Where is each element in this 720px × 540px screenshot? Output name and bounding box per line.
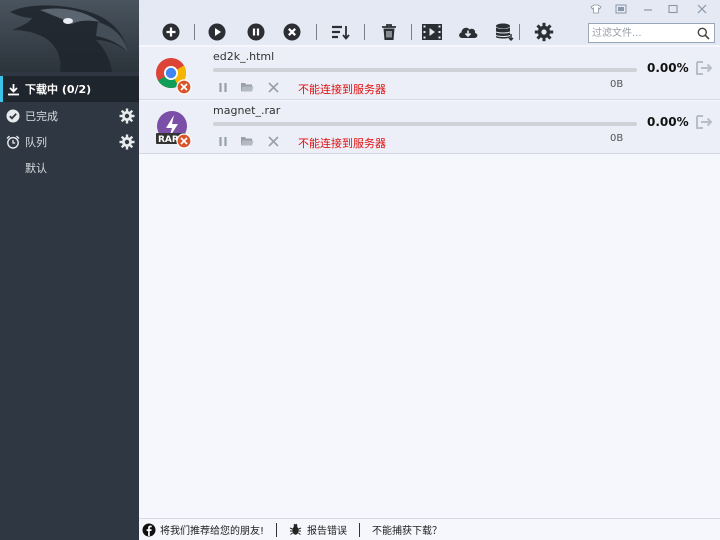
cannot-capture-link[interactable]: 不能捕获下载？ [372, 522, 442, 537]
check-circle-icon [6, 109, 20, 123]
pause-icon[interactable] [216, 80, 230, 94]
cannot-capture-text: 不能捕获下载？ [372, 526, 443, 537]
sidebar-item-completed[interactable]: 已完成 [0, 103, 139, 129]
maximize-icon[interactable] [665, 2, 681, 16]
filter-input[interactable] [592, 25, 696, 41]
pause-icon[interactable] [244, 20, 268, 44]
alarm-clock-icon [6, 135, 20, 149]
sidebar-item-label: 默认 [25, 162, 47, 175]
status-divider [276, 522, 278, 537]
sidebar-item-downloading[interactable]: 下载中 (0/2) [0, 76, 139, 102]
facebook-icon [142, 523, 156, 537]
add-icon[interactable] [159, 20, 183, 44]
status-bar: 将我们推荐给您的朋友! 报告错误 不能捕获下载？ [139, 518, 720, 540]
cancel-icon[interactable] [280, 20, 304, 44]
gear-icon[interactable] [532, 20, 556, 44]
open-folder-exit-icon[interactable] [696, 115, 714, 129]
sidebar-item-label: 队列 [25, 136, 47, 149]
filter-search-box [588, 23, 715, 43]
trash-icon[interactable] [377, 20, 401, 44]
toolbar-divider [316, 24, 317, 40]
delete-icon[interactable] [266, 80, 280, 94]
pause-icon[interactable] [216, 134, 230, 148]
folder-icon[interactable] [240, 80, 254, 94]
delete-icon[interactable] [266, 134, 280, 148]
progress-percent: 0.00% [647, 115, 689, 129]
toolbar-divider [411, 24, 412, 40]
error-status: 不能连接到服务器 [298, 137, 386, 150]
database-icon[interactable] [493, 20, 517, 44]
rar-file-icon: RAR [153, 109, 193, 149]
minimize-icon[interactable] [640, 2, 656, 16]
download-icon [6, 82, 20, 96]
eagle-logo [0, 0, 139, 72]
file-name: magnet_.rar [213, 104, 281, 117]
file-name: ed2k_.html [213, 50, 275, 63]
sidebar-item-queue[interactable]: 队列 [0, 129, 139, 155]
toolbar-divider [519, 24, 520, 40]
recommend-text: 将我们推荐给您的朋友! [160, 526, 265, 537]
search-icon[interactable] [697, 27, 710, 40]
download-row[interactable]: RAR magnet_.rar 0.00% 不能连接到服务器 0B [139, 101, 720, 154]
bug-icon [289, 523, 302, 536]
error-status: 不能连接到服务器 [298, 83, 386, 96]
close-icon[interactable] [694, 2, 710, 16]
toolbar [139, 0, 720, 45]
folder-icon[interactable] [240, 134, 254, 148]
sidebar-item-default-queue[interactable]: 默认 [0, 155, 139, 181]
sidebar-item-label: 下载中 (0/2) [25, 83, 92, 96]
recommend-link[interactable]: 将我们推荐给您的朋友! [142, 522, 264, 537]
completed-settings-gear-icon[interactable] [119, 108, 135, 124]
svg-text:RAR: RAR [158, 135, 179, 145]
video-icon[interactable] [420, 20, 444, 44]
skin-icon[interactable] [588, 2, 604, 16]
main-panel: ed2k_.html 0.00% 不能连接到服务器 0B RAR [139, 0, 720, 540]
sort-icon[interactable] [328, 20, 352, 44]
progress-bar [213, 68, 637, 72]
status-divider [359, 522, 361, 537]
open-folder-exit-icon[interactable] [696, 61, 714, 75]
file-size: 0B [610, 79, 624, 90]
chrome-file-icon [153, 55, 193, 95]
cloud-download-icon[interactable] [456, 20, 480, 44]
report-text: 报告错误 [307, 526, 348, 537]
queue-settings-gear-icon[interactable] [119, 134, 135, 150]
play-icon[interactable] [205, 20, 229, 44]
mini-mode-icon[interactable] [613, 2, 629, 16]
sidebar-item-label: 已完成 [25, 110, 58, 123]
download-row[interactable]: ed2k_.html 0.00% 不能连接到服务器 0B [139, 47, 720, 100]
progress-percent: 0.00% [647, 61, 689, 75]
file-size: 0B [610, 133, 624, 144]
toolbar-divider [194, 24, 195, 40]
report-bug-link[interactable]: 报告错误 [289, 522, 347, 537]
sidebar: 下载中 (0/2) 已完成 队列 默认 [0, 0, 139, 540]
progress-bar [213, 122, 637, 126]
toolbar-divider [364, 24, 365, 40]
